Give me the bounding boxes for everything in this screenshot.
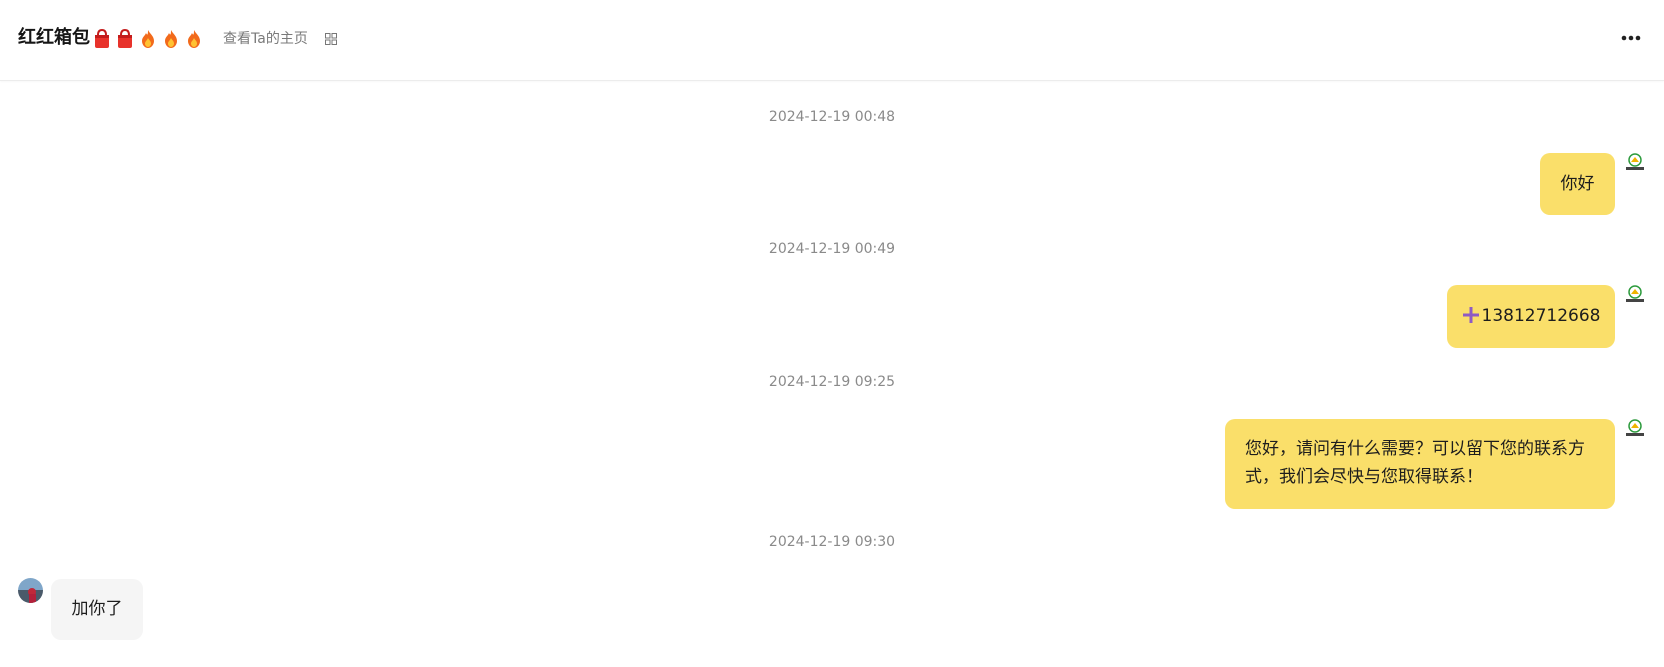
flame-icon — [142, 30, 154, 48]
message-list: 2024-12-19 00:48 你好 2024-12-19 00:49 138… — [0, 80, 1664, 667]
shop-badges — [92, 28, 204, 50]
bag-icon — [118, 28, 132, 48]
flame-icon — [165, 30, 177, 48]
store-avatar-icon[interactable] — [1625, 153, 1645, 173]
message-timestamp: 2024-12-19 09:25 — [768, 374, 896, 390]
plus-icon — [1462, 307, 1479, 323]
chat-header: 红红箱包 查看Ta的主页 — [0, 0, 1664, 81]
message-timestamp: 2024-12-19 00:48 — [768, 109, 896, 125]
view-home-link[interactable]: 查看Ta的主页 — [223, 28, 308, 50]
more-dots-icon[interactable] — [1620, 33, 1642, 43]
grid-icon[interactable] — [325, 33, 337, 45]
user-avatar-icon — [18, 578, 43, 603]
phone-number-text: 13812712668 — [1481, 306, 1601, 326]
message-bubble-other: 加你了 — [51, 579, 143, 640]
store-avatar-icon[interactable] — [1625, 419, 1645, 439]
flame-icon — [188, 30, 200, 48]
shop-name[interactable]: 红红箱包 — [18, 25, 90, 51]
message-timestamp: 2024-12-19 09:30 — [768, 534, 896, 550]
store-avatar-icon[interactable] — [1625, 285, 1645, 305]
bag-icon — [95, 28, 109, 48]
user-avatar[interactable] — [18, 578, 43, 603]
message-bubble-self: 您好，请问有什么需要？可以留下您的联系方式，我们会尽快与您取得联系！ — [1225, 419, 1615, 509]
message-bubble-self: 你好 — [1540, 153, 1615, 215]
message-timestamp: 2024-12-19 00:49 — [768, 241, 896, 257]
message-bubble-self: 13812712668 — [1447, 285, 1615, 348]
